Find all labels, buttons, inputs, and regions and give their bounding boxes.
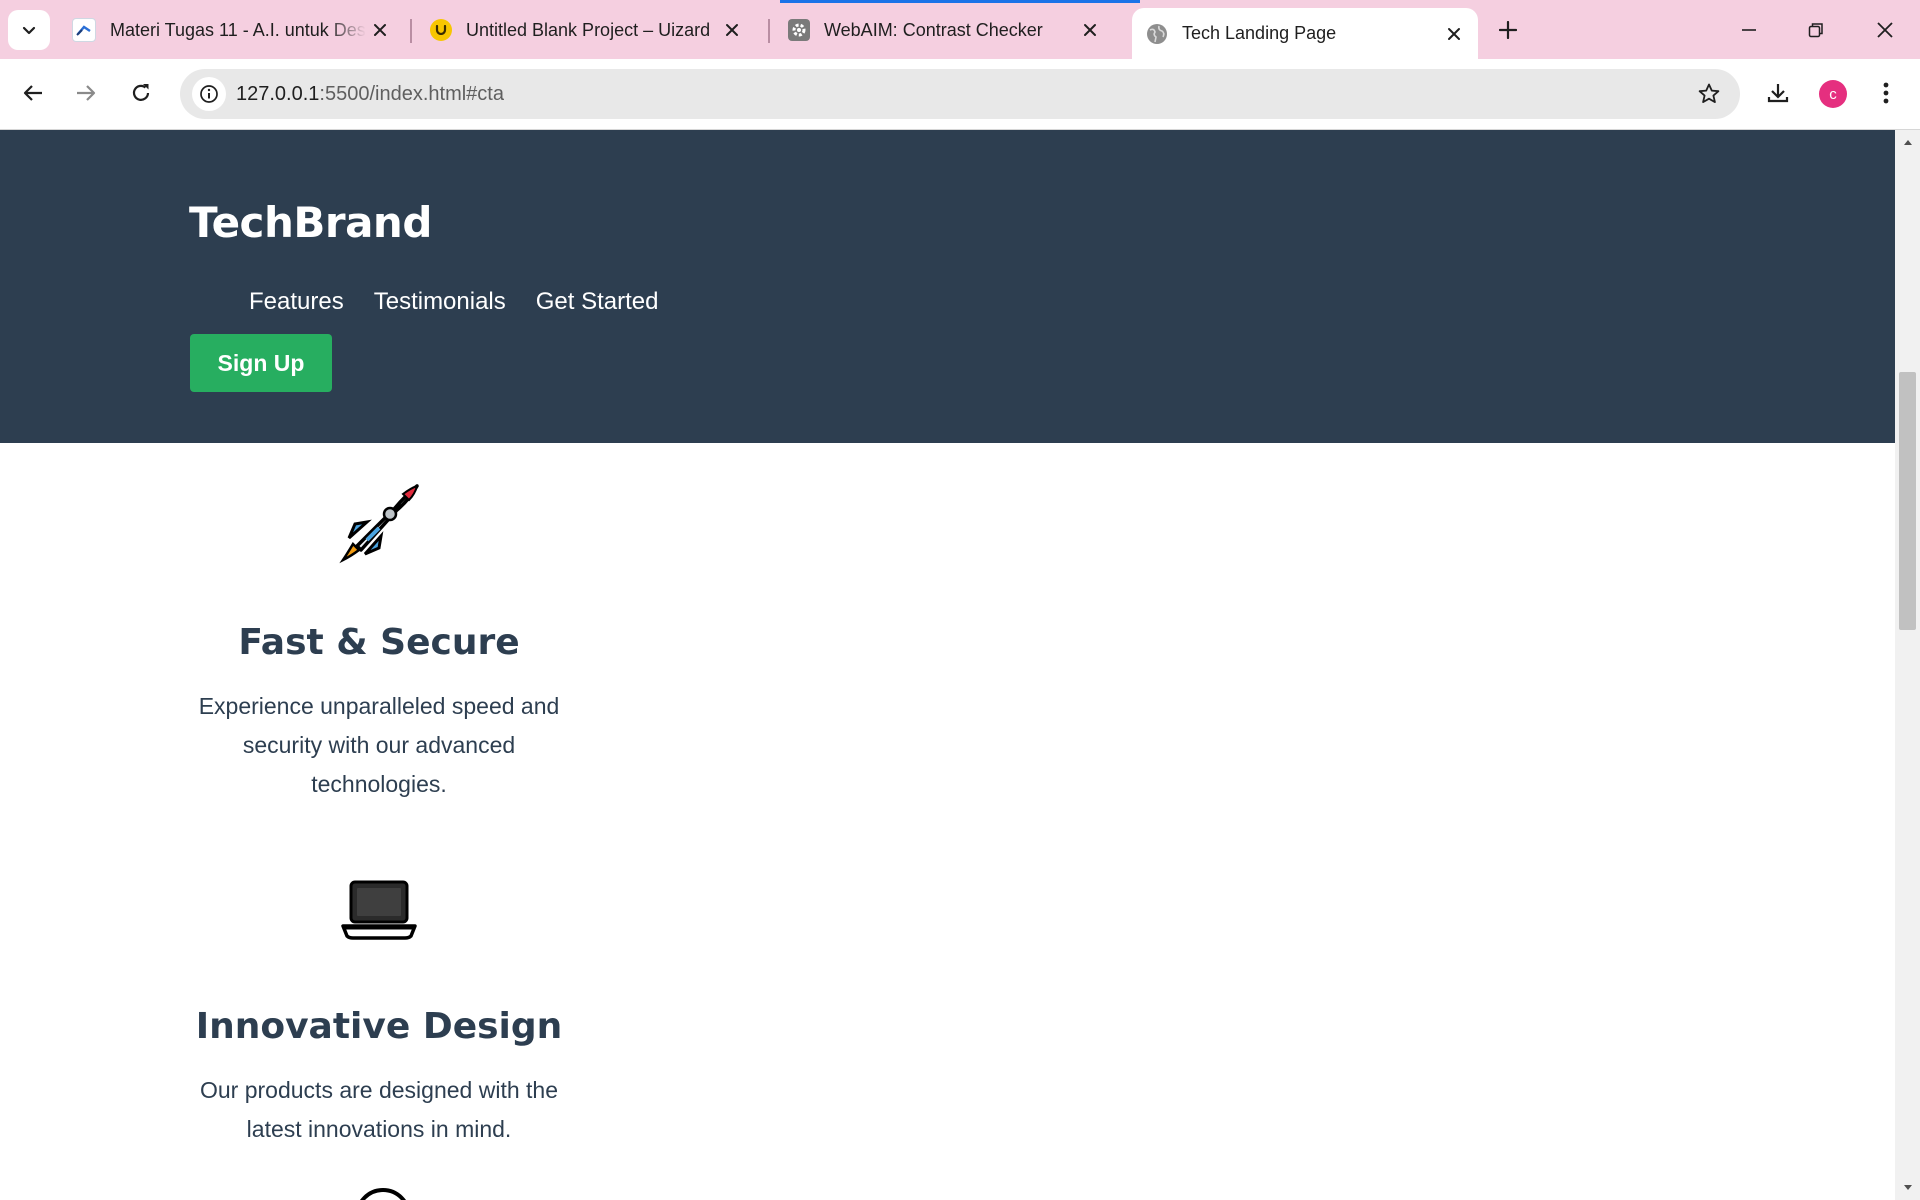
- tab-title: WebAIM: Contrast Checker: [824, 19, 1043, 40]
- scroll-up-arrow-icon[interactable]: [1895, 132, 1920, 152]
- document-favicon-icon: [72, 18, 96, 42]
- address-bar[interactable]: 127.0.0.1:5500/index.html#cta: [180, 69, 1740, 119]
- browser-toolbar: 127.0.0.1:5500/index.html#cta c: [0, 59, 1920, 130]
- reload-icon: [132, 84, 150, 101]
- feature-title: Fast & Secure: [238, 622, 520, 663]
- globe-favicon-icon: [1146, 23, 1168, 45]
- feature-title: Innovative Design: [195, 1006, 563, 1047]
- feature-icon-partial: [355, 1188, 411, 1200]
- sign-up-button[interactable]: Sign Up: [190, 334, 332, 392]
- site-info-icon[interactable]: [192, 77, 226, 111]
- chevron-down-icon: [22, 26, 36, 35]
- tab-uizard[interactable]: Untitled Blank Project – Uizard: [416, 8, 756, 52]
- close-tab-icon[interactable]: [1076, 16, 1104, 44]
- new-tab-button[interactable]: [1490, 12, 1526, 48]
- tab-search-button[interactable]: [8, 10, 50, 50]
- tab-title: Tech Landing Page: [1182, 23, 1337, 43]
- minimize-button[interactable]: [1726, 8, 1772, 52]
- minimize-icon: [1742, 29, 1756, 31]
- feature-description: Experience unparalleled speed and securi…: [198, 693, 560, 797]
- reload-button[interactable]: [121, 73, 161, 113]
- tab-webaim[interactable]: WebAIM: Contrast Checker: [774, 8, 1114, 52]
- site-header: TechBrand Features Testimonials Get Star…: [0, 130, 1895, 443]
- close-tab-icon[interactable]: [718, 16, 746, 44]
- download-icon: [1767, 84, 1789, 103]
- tab-title: Materi Tugas 11 - A.I. untuk Desain: [110, 19, 366, 40]
- uizard-favicon-icon: [430, 19, 452, 41]
- tab-loading-bar: [780, 0, 1140, 3]
- feature-description: Our products are designed with the lates…: [200, 1077, 558, 1142]
- tab-divider: [768, 19, 770, 43]
- close-icon: [1877, 22, 1893, 38]
- url-path: :5500/index.html#cta: [319, 83, 504, 105]
- tab-materi[interactable]: Materi Tugas 11 - A.I. untuk Desain: [58, 8, 404, 52]
- restore-icon: [1808, 23, 1823, 38]
- close-tab-icon[interactable]: [1440, 20, 1468, 48]
- bookmark-star-icon[interactable]: [1696, 81, 1722, 107]
- arrow-left-icon: [23, 85, 42, 101]
- brand-logo[interactable]: TechBrand: [189, 198, 432, 247]
- back-button[interactable]: [13, 73, 53, 113]
- more-vertical-icon: [1883, 82, 1889, 104]
- tab-tech-landing[interactable]: Tech Landing Page: [1132, 8, 1478, 59]
- nav-link-features[interactable]: Features: [249, 288, 344, 316]
- restore-button[interactable]: [1793, 8, 1839, 52]
- page-viewport: TechBrand Features Testimonials Get Star…: [0, 130, 1895, 1200]
- laptop-icon: [337, 866, 421, 950]
- tab-strip: Materi Tugas 11 - A.I. untuk Desain Unti…: [0, 0, 1920, 59]
- forward-button[interactable]: [66, 73, 106, 113]
- browser-menu-button[interactable]: [1866, 73, 1906, 113]
- avatar-initial: c: [1829, 85, 1837, 103]
- tab-title: Untitled Blank Project – Uizard: [466, 19, 711, 40]
- scroll-down-arrow-icon[interactable]: [1895, 1178, 1920, 1198]
- scroll-thumb[interactable]: [1899, 372, 1916, 630]
- feature-card: Fast & Secure Experience unparalleled sp…: [190, 482, 568, 804]
- plus-icon: [1499, 21, 1517, 39]
- feature-card: Innovative Design Our products are desig…: [190, 866, 568, 1149]
- page-scrollbar[interactable]: [1895, 130, 1920, 1200]
- tab-divider: [410, 19, 412, 43]
- downloads-button[interactable]: [1758, 73, 1798, 113]
- nav-link-testimonials[interactable]: Testimonials: [374, 288, 506, 316]
- url-text: 127.0.0.1:5500/index.html#cta: [236, 83, 504, 106]
- close-window-button[interactable]: [1862, 8, 1908, 52]
- close-tab-icon[interactable]: [366, 16, 394, 44]
- url-host: 127.0.0.1: [236, 83, 320, 105]
- profile-avatar[interactable]: c: [1819, 80, 1847, 108]
- site-nav: Features Testimonials Get Started: [249, 288, 659, 316]
- nav-link-get-started[interactable]: Get Started: [536, 288, 659, 316]
- rocket-icon: [337, 482, 421, 566]
- arrow-right-icon: [77, 85, 96, 101]
- webaim-gear-favicon-icon: [788, 19, 810, 41]
